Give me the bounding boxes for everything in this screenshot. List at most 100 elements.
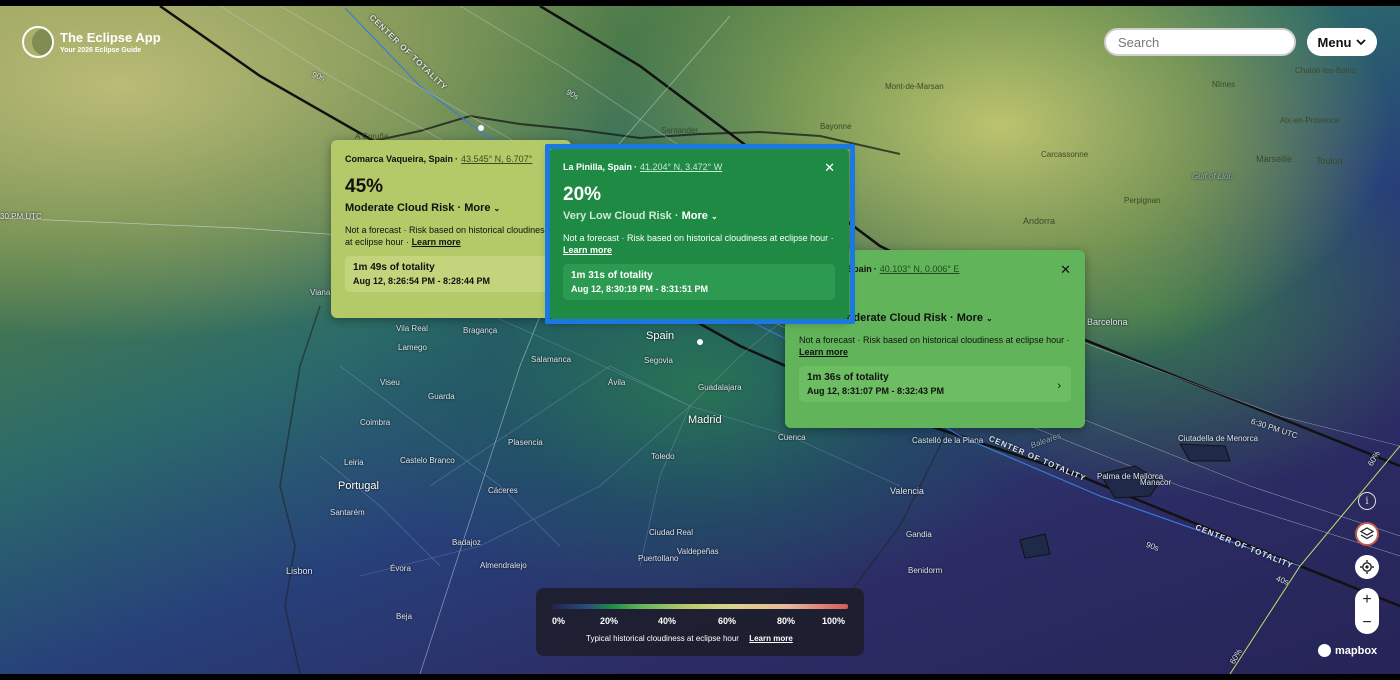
city-barcelona: Barcelona <box>1087 317 1128 327</box>
popup-header: La Pinilla, Spain · 41.204° N, 3.472° W <box>563 162 723 172</box>
city-viana: Viana <box>310 288 331 297</box>
legend-tick: 0% <box>552 616 566 626</box>
city-toledo: Toledo <box>651 452 675 461</box>
app-title: The Eclipse App <box>60 30 161 45</box>
totality-card[interactable]: 1m 36s of totality Aug 12, 8:31:07 PM - … <box>799 366 1071 402</box>
coordinates-link[interactable]: 40.103° N, 0.006° E <box>880 264 960 274</box>
city-badajoz: Badajoz <box>452 538 481 547</box>
more-label: More <box>464 202 491 214</box>
layers-button[interactable] <box>1355 522 1379 546</box>
zoom-out-button[interactable]: − <box>1362 614 1371 632</box>
locate-icon <box>1360 560 1374 574</box>
city-cuenca: Cuenca <box>778 433 806 442</box>
more-button[interactable]: More ⌄ <box>464 202 500 214</box>
more-label: More <box>956 312 983 324</box>
chevron-down-icon <box>1356 39 1367 46</box>
close-icon[interactable]: ✕ <box>824 160 835 176</box>
place-name: La Pinilla, Spain <box>563 162 633 172</box>
city-evora: Évora <box>390 564 411 573</box>
mapbox-attribution[interactable]: mapbox <box>1318 644 1377 657</box>
city-valdepenas: Valdepeñas <box>677 547 719 556</box>
more-button[interactable]: More ⌄ <box>682 210 718 222</box>
learn-more-link[interactable]: Learn more <box>563 245 612 255</box>
city-puertollano: Puertollano <box>638 554 679 563</box>
city-castellon: Castelló de la Plana <box>912 436 984 445</box>
search-input[interactable] <box>1118 34 1278 50</box>
legend-caption: Typical historical cloudiness at eclipse… <box>586 634 793 643</box>
zoom-in-button[interactable]: + <box>1362 591 1371 609</box>
city-perpignan: Perpignan <box>1124 196 1161 205</box>
city-leiria: Leiria <box>344 458 364 467</box>
city-valencia: Valencia <box>890 486 924 496</box>
note-text: Not a forecast · Risk based on historica… <box>563 233 834 243</box>
country-spain: Spain <box>646 330 675 342</box>
risk-row: Very Low Cloud Risk · More ⌄ <box>563 210 718 222</box>
legend-tick: 60% <box>718 616 737 626</box>
more-button[interactable]: More ⌄ <box>957 312 993 324</box>
totality-times: Aug 12, 8:26:54 PM - 8:28:44 PM <box>353 276 491 286</box>
menu-button[interactable]: Menu <box>1307 28 1377 56</box>
city-caceres: Cáceres <box>488 486 518 495</box>
location-popup[interactable]: Comarca Vaqueira, Spain · 43.545° N, 6.7… <box>331 140 571 318</box>
cloud-percent: 20% <box>563 184 602 205</box>
legend-tick: 40% <box>658 616 677 626</box>
forecast-note: Not a forecast · Risk based on historica… <box>563 232 835 256</box>
city-carcassonne: Carcassonne <box>1041 150 1089 159</box>
city-beja: Beja <box>396 612 413 621</box>
close-icon[interactable]: ✕ <box>1060 262 1071 278</box>
city-nimes: Nîmes <box>1212 80 1236 89</box>
mapbox-logo-icon <box>1318 644 1331 657</box>
city-vila-real: Vila Real <box>396 324 428 333</box>
country-portugal: Portugal <box>338 480 379 492</box>
app-brand[interactable]: The Eclipse App Your 2026 Eclipse Guide <box>22 26 161 58</box>
city-viseu: Viseu <box>380 378 400 387</box>
app-subtitle: Your 2026 Eclipse Guide <box>60 47 142 54</box>
learn-more-link[interactable]: Learn more <box>412 237 461 247</box>
city-santander: Santander <box>661 126 698 135</box>
learn-more-link[interactable]: Learn more <box>749 634 793 643</box>
risk-label: Very Low Cloud Risk <box>563 210 672 222</box>
forecast-note: Not a forecast · Risk based on historica… <box>345 224 557 248</box>
map-overlay <box>0 6 1400 674</box>
city-toulon: Toulon <box>1316 156 1343 166</box>
totality-card[interactable]: 1m 31s of totality Aug 12, 8:30:19 PM - … <box>563 264 835 300</box>
note-text: Not a forecast · Risk based on historica… <box>799 335 1070 345</box>
totality-card[interactable]: 1m 49s of totality Aug 12, 8:26:54 PM - … <box>345 256 557 292</box>
zoom-control: + − <box>1355 588 1379 634</box>
city-manacor: Manacor <box>1140 478 1172 487</box>
map-canvas[interactable]: CENTER OF TOTALITY CENTER OF TOTALITY CE… <box>0 6 1400 674</box>
city-mont-de-marsan: Mont-de-Marsan <box>885 82 944 91</box>
coordinates-link[interactable]: 41.204° N, 3.472° W <box>640 162 722 172</box>
chevron-down-icon: ⌄ <box>986 314 993 323</box>
more-label: More <box>681 210 708 222</box>
search-box[interactable] <box>1104 28 1296 56</box>
legend-tick: 20% <box>600 616 619 626</box>
totality-times: Aug 12, 8:30:19 PM - 8:31:51 PM <box>571 284 709 294</box>
learn-more-link[interactable]: Learn more <box>799 347 848 357</box>
city-marseille: Marseille <box>1256 154 1293 164</box>
city-chalon: Chalon-les-Bains <box>1295 66 1356 75</box>
city-coimbra: Coimbra <box>360 418 391 427</box>
city-aix: Aix-en-Provence <box>1280 116 1340 125</box>
cloudiness-legend: 0% 20% 40% 60% 80% 100% Typical historic… <box>536 588 864 656</box>
sea-gulf-lion: Gulf of Lion <box>1192 172 1233 181</box>
chevron-down-icon: ⌄ <box>710 212 718 221</box>
city-castelo-branco: Castelo Branco <box>400 456 455 465</box>
info-icon[interactable]: i <box>1358 492 1376 510</box>
city-madrid: Madrid <box>688 414 722 426</box>
city-santarem: Santarém <box>330 508 365 517</box>
layers-icon <box>1360 527 1374 540</box>
city-guadalajara: Guadalajara <box>698 383 742 392</box>
locate-button[interactable] <box>1355 555 1379 579</box>
chevron-right-icon: › <box>1057 380 1061 392</box>
totality-times: Aug 12, 8:31:07 PM - 8:32:43 PM <box>807 386 945 396</box>
city-almendralejo: Almendralejo <box>480 561 527 570</box>
popup-header: Comarca Vaqueira, Spain · 43.545° N, 6.7… <box>345 154 533 164</box>
city-segovia: Segovia <box>644 356 673 365</box>
chevron-down-icon: ⌄ <box>493 204 501 213</box>
location-popup-selected[interactable]: La Pinilla, Spain · 41.204° N, 3.472° W … <box>549 148 849 320</box>
coordinates-link[interactable]: 43.545° N, 6.707° <box>461 154 532 164</box>
city-salamanca: Salamanca <box>531 355 572 364</box>
totality-duration: 1m 49s of totality <box>353 262 435 273</box>
city-ciutadella: Ciutadella de Menorca <box>1178 434 1259 443</box>
